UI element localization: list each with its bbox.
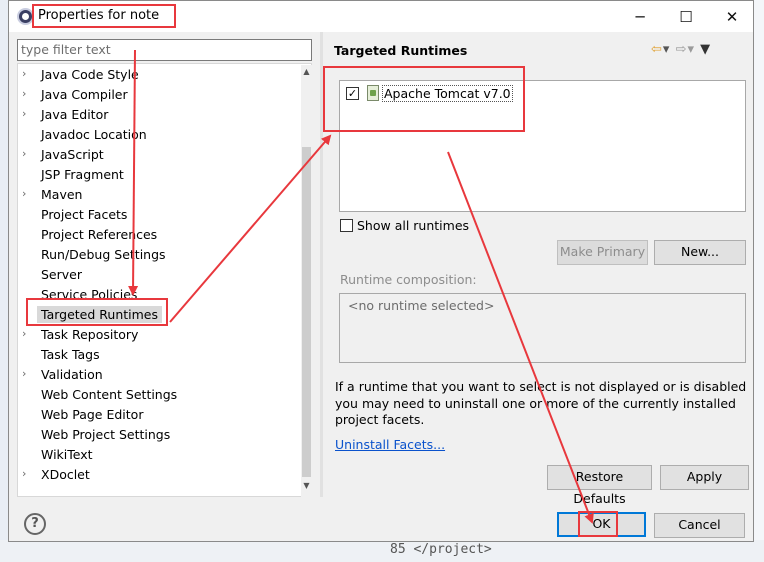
- close-button[interactable]: ✕: [709, 1, 755, 32]
- tree-item[interactable]: › JavaScript: [18, 145, 294, 165]
- new-runtime-button[interactable]: New...: [654, 240, 746, 265]
- tree-item[interactable]: Server: [18, 265, 294, 285]
- expand-chevron-icon[interactable]: ›: [22, 367, 34, 380]
- tree-item[interactable]: › Java Compiler: [18, 85, 294, 105]
- tree-item-label: Run/Debug Settings: [41, 247, 166, 262]
- runtime-composition-label: Runtime composition:: [340, 272, 477, 287]
- forward-arrow-icon[interactable]: ⇨: [676, 42, 688, 57]
- forward-menu-icon[interactable]: ▾: [687, 42, 695, 57]
- tree-item[interactable]: › Maven: [18, 185, 294, 205]
- tree-item[interactable]: › Java Editor: [18, 105, 294, 125]
- tree-item-label: Web Content Settings: [41, 387, 178, 402]
- maximize-icon: ☐: [679, 7, 693, 26]
- close-icon: ✕: [725, 7, 739, 26]
- tree-item-label: XDoclet: [41, 467, 90, 482]
- tree-item-label: WikiText: [41, 447, 93, 462]
- composition-placeholder: <no runtime selected>: [348, 298, 495, 313]
- background-code-fragment: 85 </project>: [390, 542, 492, 557]
- help-icon[interactable]: ?: [24, 513, 46, 535]
- minimize-button[interactable]: ─: [617, 1, 663, 32]
- tree-item[interactable]: › XDoclet: [18, 465, 294, 485]
- tree-item[interactable]: Project Facets: [18, 205, 294, 225]
- back-menu-icon[interactable]: ▾: [663, 42, 671, 57]
- tree-item-label: Java Compiler: [41, 87, 128, 102]
- tree-item-label: Java Editor: [41, 107, 109, 122]
- tree-item-label: JSP Fragment: [41, 167, 124, 182]
- annotation-tree-box: [26, 298, 168, 326]
- tree-item-label: Web Page Editor: [41, 407, 144, 422]
- tree-item[interactable]: Task Tags: [18, 345, 294, 365]
- tree-item-label: Java Code Style: [41, 67, 139, 82]
- info-text: If a runtime that you want to select is …: [335, 379, 747, 427]
- background-editor-strip: [753, 0, 764, 562]
- tree-item[interactable]: JSP Fragment: [18, 165, 294, 185]
- tree-item[interactable]: Javadoc Location: [18, 125, 294, 145]
- scroll-up-icon[interactable]: ▲: [301, 67, 312, 81]
- tree-item[interactable]: Web Page Editor: [18, 405, 294, 425]
- tree-item[interactable]: Run/Debug Settings: [18, 245, 294, 265]
- tree-item[interactable]: › Java Code Style: [18, 65, 294, 85]
- annotation-title-box: [32, 4, 176, 28]
- background-left-strip: [0, 0, 8, 562]
- expand-chevron-icon[interactable]: ›: [22, 87, 34, 100]
- background-editor-bottom: 85 </project>: [0, 540, 764, 562]
- scrollbar-thumb[interactable]: [302, 147, 311, 477]
- tree-item-label: Project Facets: [41, 207, 128, 222]
- tree-item-label: JavaScript: [41, 147, 104, 162]
- tree-item-label: Web Project Settings: [41, 427, 171, 442]
- tree-item-label: Project References: [41, 227, 158, 242]
- view-menu-icon[interactable]: ▼: [700, 42, 711, 57]
- annotation-runtime-box: [323, 66, 525, 132]
- back-arrow-icon[interactable]: ⇦: [651, 42, 663, 57]
- tree-item-label: Validation: [41, 367, 103, 382]
- expand-chevron-icon[interactable]: ›: [22, 327, 34, 340]
- annotation-ok-box: [578, 511, 618, 537]
- maximize-button[interactable]: ☐: [663, 1, 709, 32]
- runtime-composition-box: <no runtime selected>: [339, 293, 746, 363]
- page-navigation: ⇦▾ ⇨▾ ▼: [651, 42, 711, 57]
- tree-item[interactable]: › Validation: [18, 365, 294, 385]
- show-all-label: Show all runtimes: [357, 218, 470, 233]
- property-page-tree[interactable]: ▲ ▼ › Java Code Style › Java Compiler › Java …: [17, 63, 312, 497]
- scroll-down-icon[interactable]: ▼: [301, 481, 312, 495]
- tree-item[interactable]: › Task Repository: [18, 325, 294, 345]
- minimize-icon: ─: [635, 7, 645, 26]
- tree-item[interactable]: Web Project Settings: [18, 425, 294, 445]
- tree-item[interactable]: Web Content Settings: [18, 385, 294, 405]
- tree-scrollbar[interactable]: ▲ ▼: [301, 65, 312, 497]
- make-primary-button[interactable]: Make Primary: [557, 240, 648, 265]
- expand-chevron-icon[interactable]: ›: [22, 187, 34, 200]
- expand-chevron-icon[interactable]: ›: [22, 147, 34, 160]
- tree-item-label: Maven: [41, 187, 83, 202]
- expand-chevron-icon[interactable]: ›: [22, 107, 34, 120]
- apply-button[interactable]: Apply: [660, 465, 749, 490]
- tree-item-label: Task Repository: [41, 327, 139, 342]
- tree-item[interactable]: WikiText: [18, 445, 294, 465]
- filter-input[interactable]: type filter text: [17, 39, 312, 61]
- cancel-button[interactable]: Cancel: [654, 513, 745, 538]
- show-all-checkbox[interactable]: [340, 219, 353, 232]
- restore-defaults-button[interactable]: Restore Defaults: [547, 465, 652, 506]
- tree-item[interactable]: Project References: [18, 225, 294, 245]
- tree-item-label: Task Tags: [41, 347, 100, 362]
- tree-item-label: Javadoc Location: [41, 127, 147, 142]
- page-title: Targeted Runtimes: [334, 43, 468, 58]
- expand-chevron-icon[interactable]: ›: [22, 67, 34, 80]
- tree-item-label: Server: [41, 267, 82, 282]
- uninstall-facets-link[interactable]: Uninstall Facets...: [335, 437, 445, 452]
- expand-chevron-icon[interactable]: ›: [22, 467, 34, 480]
